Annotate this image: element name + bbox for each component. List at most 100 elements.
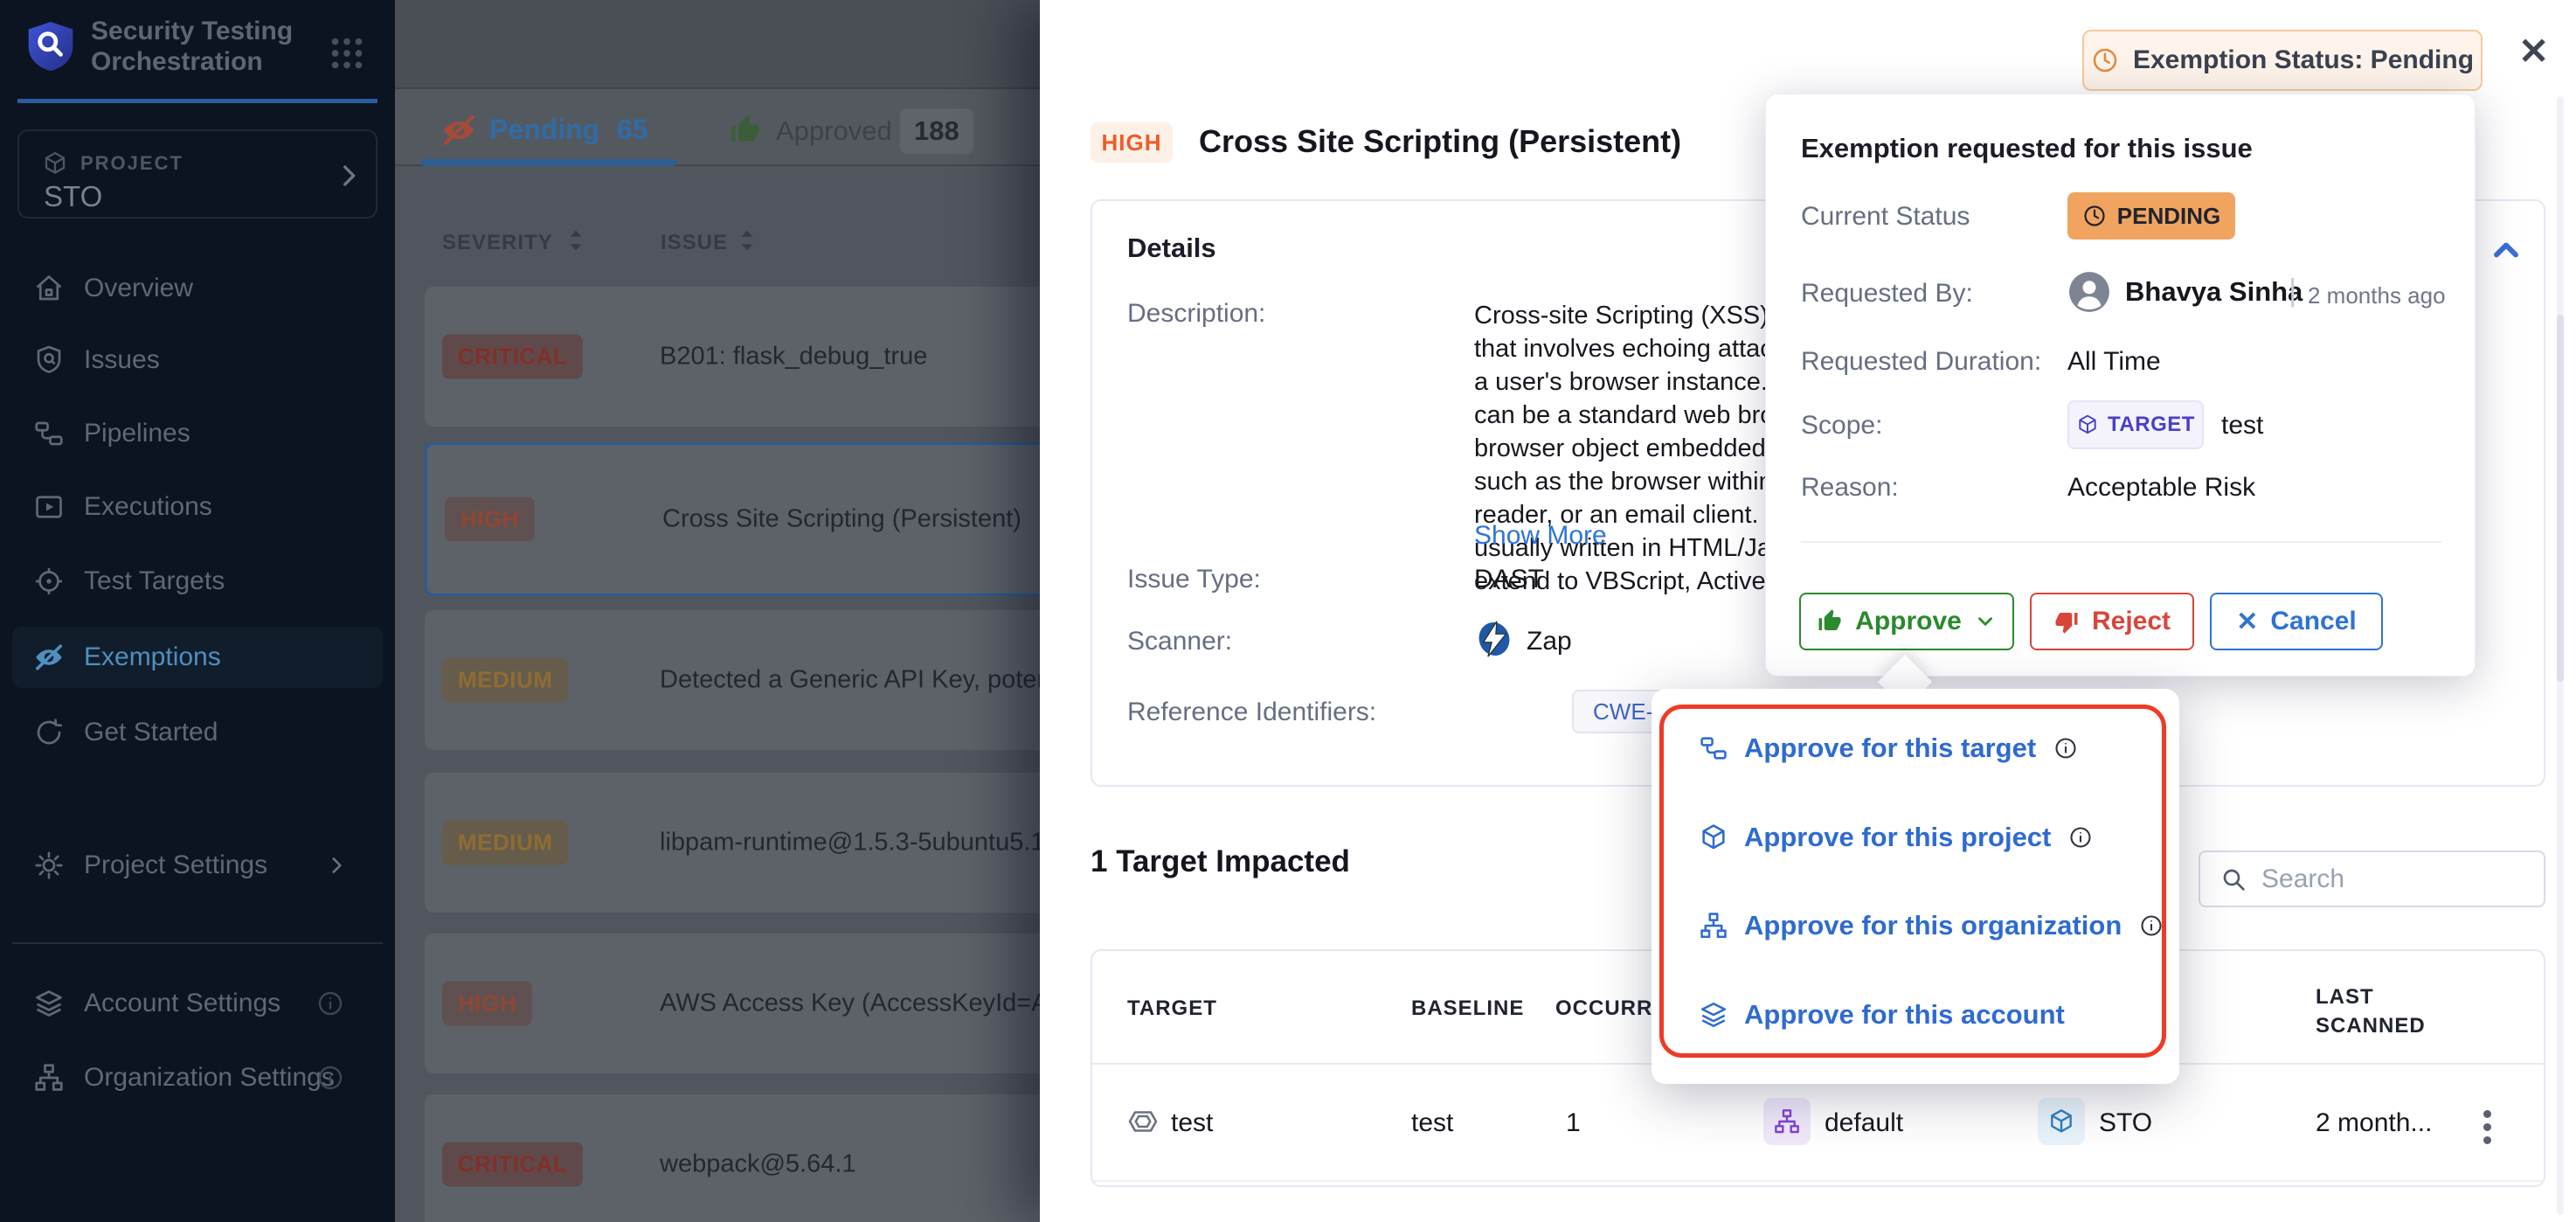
scope-label: Scope: (1801, 411, 1882, 441)
requested-duration-value: All Time (2067, 347, 2161, 377)
sort-icon[interactable] (732, 226, 762, 255)
info-icon[interactable] (2139, 913, 2164, 938)
approve-button[interactable]: Approve (1799, 593, 2014, 650)
requested-ago: 2 months ago (2308, 282, 2446, 309)
exemptions-list-panel: Pending 65 Approved 188 SEVERITY ISSUE C… (395, 0, 1040, 1222)
play-square-icon (33, 491, 65, 523)
eye-off-icon (440, 112, 477, 149)
sidebar-item-label: Exemptions (84, 642, 221, 672)
column-header-severity[interactable]: SEVERITY (442, 231, 553, 255)
crosshair-icon (33, 566, 65, 597)
issue-title: AWS Access Key (AccessKeyId=AKIAI (660, 989, 1040, 1018)
org-chart-icon (33, 1062, 65, 1094)
sidebar-item-get-started[interactable]: Get Started (12, 702, 383, 763)
pending-status-badge: PENDING (2067, 192, 2235, 240)
info-icon[interactable] (2053, 736, 2078, 760)
sidebar-item-project-settings[interactable]: Project Settings (12, 835, 383, 896)
show-more-link[interactable]: Show More (1474, 521, 1607, 551)
severity-badge: HIGH (442, 982, 532, 1026)
exemption-status-chip[interactable]: Exemption Status: Pending (2082, 30, 2483, 91)
collapse-chevron-up-icon[interactable] (2487, 231, 2525, 269)
search-icon (2219, 865, 2247, 893)
chevron-down-icon (1974, 610, 1997, 633)
sidebar-item-account-settings[interactable]: Account Settings (12, 973, 383, 1034)
table-header-last-scanned: LAST SCANNED (2316, 982, 2464, 1040)
project-selector[interactable]: PROJECT STO (17, 129, 377, 219)
tab-approved-label: Approved (776, 115, 892, 147)
sidebar-item-executions[interactable]: Executions (12, 476, 383, 538)
rocket-icon (33, 717, 65, 748)
table-header-target: TARGET (1127, 996, 1217, 1021)
info-icon[interactable] (316, 1064, 344, 1092)
issue-row[interactable]: CRITICAL B201: flask_debug_true (425, 287, 1040, 427)
security-testing-orchestration-app: Security Testing Orchestration PROJECT S… (0, 0, 2576, 1222)
issue-row[interactable]: MEDIUM Detected a Generic API Key, poten… (425, 610, 1040, 750)
sidebar-item-pipelines[interactable]: Pipelines (12, 403, 383, 464)
close-icon[interactable]: ✕ (2518, 30, 2549, 73)
sidebar-item-overview[interactable]: Overview (12, 258, 383, 319)
avatar (2067, 270, 2111, 314)
tab-pending-count: 65 (617, 114, 648, 146)
issue-row[interactable]: HIGH AWS Access Key (AccessKeyId=AKIAI (425, 934, 1040, 1073)
table-header-baseline: BASELINE (1411, 996, 1524, 1021)
search-box[interactable] (2199, 851, 2545, 907)
sidebar-accent-rule (17, 99, 377, 103)
popup-divider (1801, 541, 2441, 543)
menu-item-approve-target[interactable]: Approve for this target (1652, 726, 2179, 771)
issue-title: Detected a Generic API Key, potential (660, 666, 1040, 695)
column-header-issue[interactable]: ISSUE (661, 231, 728, 255)
sidebar-item-organization-settings[interactable]: Organization Settings (12, 1047, 383, 1108)
issue-type-label: Issue Type: (1127, 565, 1261, 594)
drawer-scrollbar-thumb[interactable] (2557, 315, 2564, 682)
info-icon[interactable] (2068, 825, 2093, 850)
reason-value: Acceptable Risk (2067, 473, 2255, 503)
issue-title: Cross Site Scripting (Persistent) (662, 505, 1021, 534)
cell-last-scanned: 2 month... (2316, 1108, 2432, 1138)
sidebar-item-exemptions[interactable]: Exemptions (12, 627, 383, 688)
sto-shield-logo-icon (23, 17, 79, 75)
row-menu-kebab-icon[interactable] (2483, 1105, 2492, 1149)
sort-icon[interactable] (561, 226, 591, 255)
exemption-popup-heading: Exemption requested for this issue (1801, 133, 2253, 164)
clock-icon (2082, 204, 2107, 228)
project-label: PROJECT (80, 152, 184, 175)
cube-icon (1699, 823, 1728, 852)
targets-impacted-heading: 1 Target Impacted (1091, 844, 1350, 879)
info-icon[interactable] (316, 989, 344, 1017)
menu-item-approve-project[interactable]: Approve for this project (1652, 815, 2179, 860)
sidebar-item-label: Organization Settings (84, 1063, 335, 1093)
description-label: Description: (1127, 299, 1265, 329)
sidebar-item-test-targets[interactable]: Test Targets (12, 551, 383, 612)
module-grid-icon[interactable] (327, 33, 367, 73)
issue-row-selected[interactable]: HIGH Cross Site Scripting (Persistent) (425, 442, 1040, 596)
clock-icon (2091, 46, 2119, 74)
menu-item-approve-account[interactable]: Approve for this account (1652, 992, 2179, 1038)
cell-target[interactable]: test (1171, 1108, 1213, 1138)
scanner-label: Scanner: (1127, 627, 1232, 656)
requested-by-label: Requested By: (1801, 279, 1973, 309)
layers-icon (1699, 1000, 1728, 1030)
chevron-right-icon (334, 161, 364, 191)
gear-icon (33, 850, 65, 881)
search-input[interactable] (2261, 864, 2506, 894)
cancel-button[interactable]: ✕ Cancel (2210, 593, 2383, 650)
issue-row[interactable]: MEDIUM libpam-runtime@1.5.3-5ubuntu5.1 (425, 773, 1040, 913)
sidebar-item-issues[interactable]: Issues (12, 330, 383, 391)
thumbs-up-icon (1817, 608, 1843, 635)
reject-button[interactable]: Reject (2030, 593, 2194, 650)
requested-by-value: Bhavya Sinha (2125, 276, 2302, 308)
current-status-label: Current Status (1801, 202, 1970, 232)
exemption-request-popup: Exemption requested for this issue Curre… (1765, 94, 2476, 677)
cell-baseline: test (1411, 1108, 1453, 1138)
menu-item-label: Approve for this project (1744, 822, 2051, 853)
pending-status-text: PENDING (2117, 203, 2220, 230)
sidebar-item-label: Executions (84, 492, 212, 522)
scope-target-chip: TARGET (2067, 400, 2204, 449)
menu-item-approve-organization[interactable]: Approve for this organization (1652, 903, 2179, 948)
reason-label: Reason: (1801, 473, 1899, 503)
issue-row[interactable]: CRITICAL webpack@5.64.1 (425, 1094, 1040, 1222)
cancel-button-label: Cancel (2270, 607, 2356, 636)
sidebar-item-label: Pipelines (84, 419, 190, 448)
cell-occurrences: 1 (1566, 1108, 1581, 1138)
shield-search-icon (33, 344, 65, 376)
